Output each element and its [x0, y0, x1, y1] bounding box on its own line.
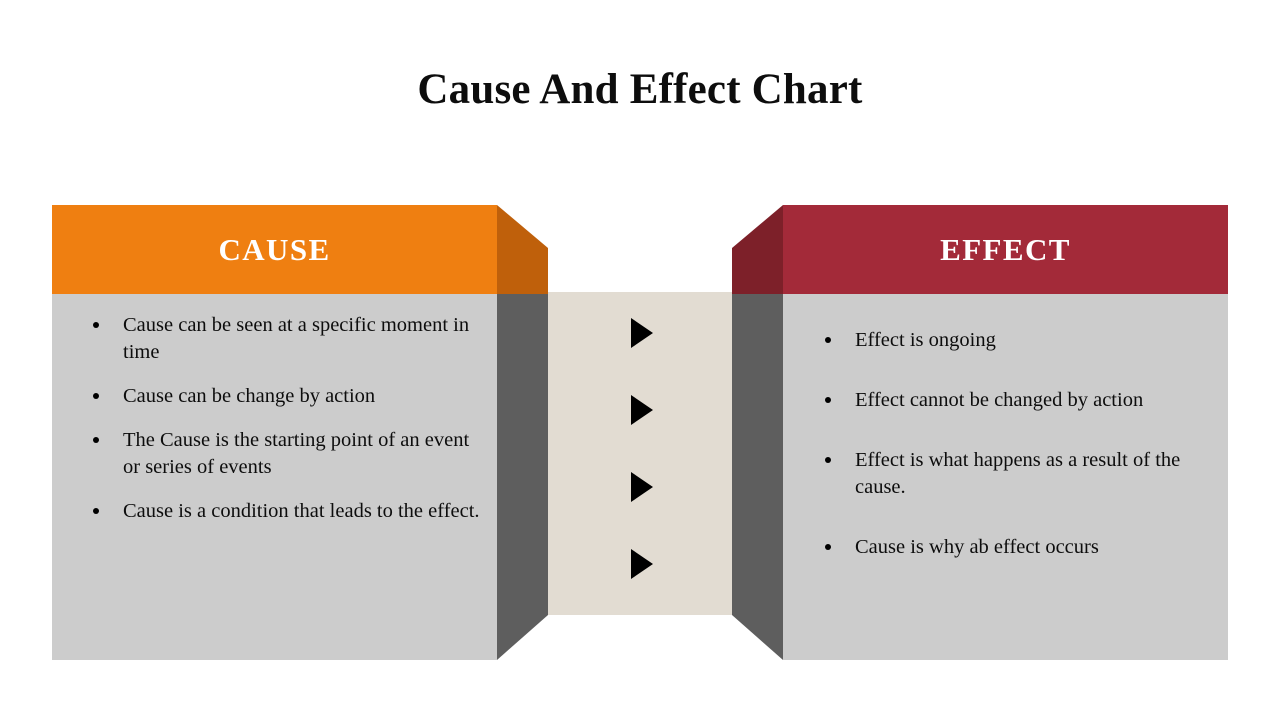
- list-item-text: Cause can be change by action: [123, 385, 376, 407]
- list-item: Cause can be seen at a specific moment i…: [80, 312, 480, 366]
- slide-canvas: Cause And Effect Chart CAUSE Cause can b…: [0, 0, 1280, 720]
- arrow-row: [548, 547, 732, 581]
- effect-header: EFFECT: [783, 205, 1228, 294]
- triangle-right-icon: [631, 549, 653, 579]
- cause-header: CAUSE: [52, 205, 497, 294]
- list-item: Cause is why ab effect occurs: [812, 534, 1212, 561]
- list-item: Cause can be change by action: [80, 383, 480, 410]
- list-item-text: Cause is a condition that leads to the e…: [123, 500, 480, 522]
- list-item-text: Cause is why ab effect occurs: [855, 536, 1099, 558]
- list-item-text: Effect cannot be changed by action: [855, 389, 1144, 411]
- bullet-dot-icon: [825, 544, 831, 550]
- page-title: Cause And Effect Chart: [417, 66, 863, 113]
- bullet-dot-icon: [93, 322, 99, 328]
- triangle-right-icon: [631, 395, 653, 425]
- triangle-right-icon: [631, 318, 653, 348]
- cause-header-bevel: [497, 205, 548, 294]
- bullet-dot-icon: [93, 393, 99, 399]
- effect-header-label: EFFECT: [940, 231, 1071, 267]
- cause-bullet-list: Cause can be seen at a specific moment i…: [80, 312, 480, 542]
- center-arrow-strip: [548, 292, 732, 615]
- cause-body-bevel: [497, 294, 548, 660]
- list-item-text: Effect is what happens as a result of th…: [855, 449, 1181, 498]
- bullet-dot-icon: [825, 397, 831, 403]
- cause-header-label: CAUSE: [218, 231, 331, 267]
- arrow-row: [548, 393, 732, 427]
- list-item: Cause is a condition that leads to the e…: [80, 498, 480, 525]
- effect-body-bevel: [732, 294, 783, 660]
- effect-bullet-list: Effect is ongoing Effect cannot be chang…: [812, 327, 1212, 594]
- list-item-text: The Cause is the starting point of an ev…: [123, 429, 470, 478]
- list-item-text: Effect is ongoing: [855, 329, 996, 351]
- bullet-dot-icon: [93, 508, 99, 514]
- triangle-right-icon: [631, 472, 653, 502]
- list-item: Effect cannot be changed by action: [812, 387, 1212, 414]
- list-item: Effect is what happens as a result of th…: [812, 447, 1212, 501]
- list-item: Effect is ongoing: [812, 327, 1212, 354]
- effect-header-bevel: [732, 205, 783, 294]
- arrow-row: [548, 470, 732, 504]
- bullet-dot-icon: [825, 337, 831, 343]
- arrow-row: [548, 316, 732, 350]
- bullet-dot-icon: [825, 457, 831, 463]
- list-item-text: Cause can be seen at a specific moment i…: [123, 314, 470, 363]
- list-item: The Cause is the starting point of an ev…: [80, 427, 480, 481]
- bullet-dot-icon: [93, 437, 99, 443]
